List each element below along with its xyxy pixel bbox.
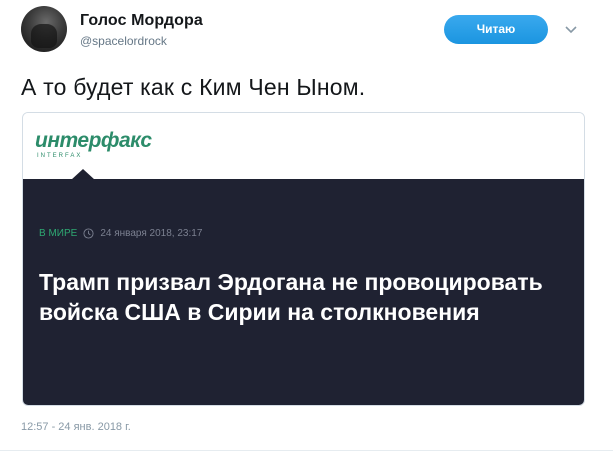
chevron-down-icon[interactable] [564, 22, 578, 36]
author-display-name[interactable]: Голос Мордора [80, 12, 203, 30]
author-handle[interactable]: @spacelordrock [80, 34, 167, 48]
card-meta: В МИРЕ 24 января 2018, 23:17 [39, 228, 202, 239]
link-card[interactable]: интерфакс INTERFAX В МИРЕ 24 января 2018… [22, 112, 585, 406]
logo-subtext: INTERFAX [37, 153, 83, 159]
tweet-timestamp[interactable]: 12:57 - 24 янв. 2018 г. [21, 421, 131, 433]
tweet-text: А то будет как с Ким Чен Ыном. [21, 74, 366, 100]
clock-icon [83, 228, 94, 239]
interfax-logo: интерфакс INTERFAX [35, 130, 152, 160]
follow-button[interactable]: Читаю [444, 15, 548, 44]
avatar[interactable] [21, 6, 67, 52]
card-header: интерфакс INTERFAX [23, 113, 584, 180]
tweet: Голос Мордора @spacelordrock Читаю А то … [0, 0, 613, 457]
article-date: 24 января 2018, 23:17 [100, 228, 203, 239]
section-label: В МИРЕ [39, 228, 78, 239]
card-body: В МИРЕ 24 января 2018, 23:17 Трамп призв… [23, 179, 584, 405]
article-headline: Трамп призвал Эрдогана не провоцировать … [39, 269, 543, 325]
logo-text: интерфакс [35, 129, 152, 152]
divider [0, 450, 613, 451]
